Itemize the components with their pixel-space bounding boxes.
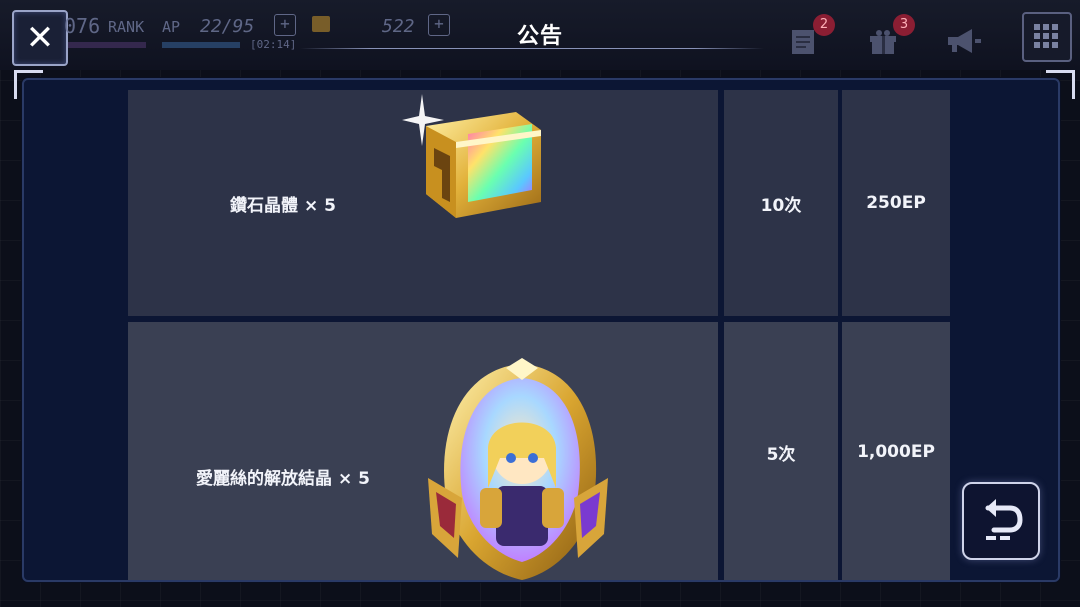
- announcement-button[interactable]: [944, 26, 981, 56]
- cost-cell: 1,000EP: [842, 322, 950, 580]
- menu-button[interactable]: [1022, 12, 1072, 62]
- page-title: 公告: [516, 24, 563, 49]
- alice-release-crystal-icon: [428, 358, 608, 580]
- table-row: 愛麗絲的解放結晶 × 5 5次 1,000EP: [128, 322, 950, 580]
- back-button[interactable]: [962, 482, 1040, 560]
- item-cell: 鑽石晶體 × 5: [128, 90, 718, 316]
- gifts-badge: 3: [893, 14, 915, 36]
- screen: ✕ 076 RANK AP 22/95 + [02:14] 522 + 公告 2: [0, 0, 1080, 607]
- item-cell: 愛麗絲的解放結晶 × 5: [128, 322, 718, 580]
- cost-cell: 250EP: [842, 90, 950, 316]
- item-name: 愛麗絲的解放結晶 × 5: [196, 469, 370, 489]
- back-return-icon: [985, 499, 1023, 540]
- title-underline: [300, 48, 764, 49]
- announcement-panel: 鑽石晶體 × 5 10次 250EP 愛麗絲的解放結晶 × 5 5次 1,000…: [22, 78, 1060, 582]
- table-row: 鑽石晶體 × 5 10次 250EP: [128, 90, 950, 316]
- diamond-crystal-box-icon: [402, 94, 541, 218]
- item-name: 鑽石晶體 × 5: [230, 195, 336, 216]
- times-cell: 10次: [724, 90, 838, 316]
- top-bar: ✕ 076 RANK AP 22/95 + [02:14] 522 + 公告 2: [0, 0, 1080, 70]
- reward-table: 鑽石晶體 × 5 10次 250EP 愛麗絲的解放結晶 × 5 5次 1,000…: [128, 90, 950, 580]
- notices-badge: 2: [813, 14, 835, 36]
- megaphone-icon: [948, 29, 981, 53]
- times-cell: 5次: [724, 322, 838, 580]
